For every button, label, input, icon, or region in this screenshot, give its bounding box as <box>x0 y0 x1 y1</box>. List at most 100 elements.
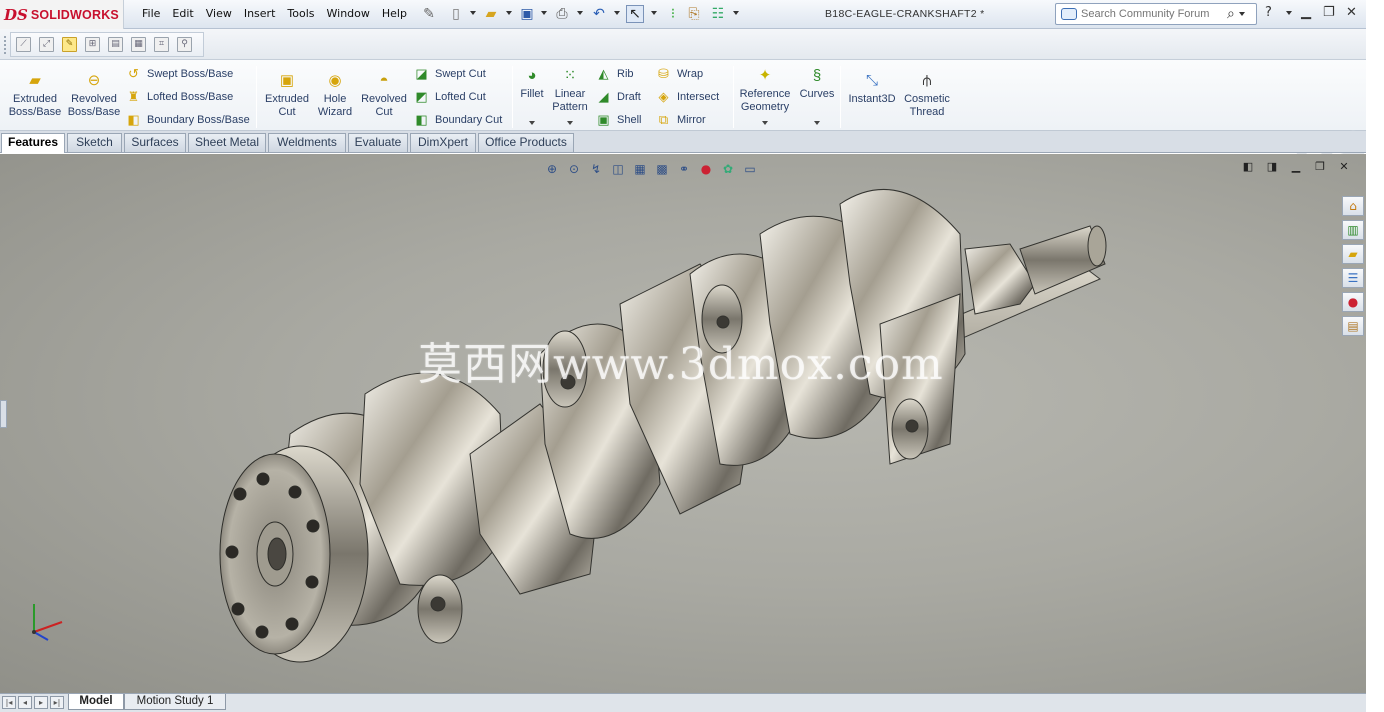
instant3d-button[interactable]: ⤡ Instant3D <box>845 71 899 106</box>
search-input[interactable] <box>1081 8 1221 20</box>
rib-label: Rib <box>617 67 634 80</box>
tab-features[interactable]: Features <box>1 133 65 153</box>
hole-wizard-button[interactable]: ◉ Hole Wizard <box>316 71 354 119</box>
lofted-cut-label: Lofted Cut <box>435 90 486 103</box>
reference-geometry-dropdown-arrow[interactable] <box>762 121 768 125</box>
design-library-icon[interactable]: ▥ <box>1342 220 1364 240</box>
revolved-boss-button[interactable]: ⊖ Revolved Boss/Base <box>66 71 122 119</box>
solidworks-logo[interactable]: DS SOLIDWORKS <box>0 0 124 29</box>
search-icon[interactable]: ⌕ <box>1227 6 1235 22</box>
save-dropdown-arrow[interactable] <box>541 11 547 15</box>
tab-sheet-metal[interactable]: Sheet Metal <box>188 133 266 152</box>
help-icon[interactable]: ? <box>1265 5 1272 20</box>
new-dropdown-arrow[interactable] <box>470 11 476 15</box>
tab-weldments[interactable]: Weldments <box>268 133 346 152</box>
boundary-cut-label: Boundary Cut <box>435 113 503 126</box>
draft-button[interactable]: ◢ Draft <box>595 88 641 105</box>
tab-dimxpert[interactable]: DimXpert <box>410 133 476 152</box>
print-icon[interactable]: ⎙ <box>553 5 571 23</box>
reference-geometry-button[interactable]: ✦ Reference Geometry <box>737 66 793 114</box>
undo-icon[interactable]: ↶ <box>590 5 608 23</box>
crankshaft-model[interactable] <box>0 154 1366 693</box>
tab-surfaces[interactable]: Surfaces <box>124 133 186 152</box>
help-dropdown-arrow[interactable] <box>1286 11 1292 15</box>
appearances-icon[interactable]: ● <box>1342 292 1364 312</box>
lofted-boss-button[interactable]: ♜ Lofted Boss/Base <box>125 88 234 105</box>
traffic-light-icon[interactable]: ⁝ <box>664 5 682 23</box>
first-tab-arrow-icon[interactable]: |◂ <box>2 696 16 709</box>
close-icon[interactable]: ✕ <box>1346 5 1357 20</box>
graphics-viewport[interactable]: ⊕ ⊙ ↯ ◫ ▦ ▩ ⚭ ● ✿ ▭ ◧ ◨ ▁ ❐ ✕ 莫西网www.3dm… <box>0 154 1366 693</box>
boundary-boss-button[interactable]: ◧ Boundary Boss/Base <box>125 111 249 128</box>
options-icon[interactable]: ☷ <box>709 5 727 23</box>
curves-dropdown-arrow[interactable] <box>814 121 820 125</box>
rib-button[interactable]: ◭ Rib <box>595 65 634 82</box>
tab-sketch[interactable]: Sketch <box>67 133 122 152</box>
ds-logo-mark: DS <box>4 5 28 24</box>
fillet-dropdown-arrow[interactable] <box>529 121 535 125</box>
prev-tab-arrow-icon[interactable]: ◂ <box>18 696 32 709</box>
menu-tools[interactable]: Tools <box>281 7 320 20</box>
tab-office-products[interactable]: Office Products <box>478 133 574 152</box>
menu-insert[interactable]: Insert <box>238 7 282 20</box>
add-relation-icon[interactable]: ⊞ <box>85 37 100 52</box>
tab-model[interactable]: Model <box>68 694 124 710</box>
options-dropdown-arrow[interactable] <box>733 11 739 15</box>
display-relations-icon[interactable]: ▤ <box>108 37 123 52</box>
tab-motion-study[interactable]: Motion Study 1 <box>124 694 226 710</box>
undo-dropdown-arrow[interactable] <box>614 11 620 15</box>
repair-sketch-icon[interactable]: ▦ <box>131 37 146 52</box>
print-dropdown-arrow[interactable] <box>577 11 583 15</box>
lofted-cut-button[interactable]: ◩ Lofted Cut <box>413 88 486 105</box>
instant3d-icon: ⤡ <box>865 72 878 89</box>
menu-help[interactable]: Help <box>376 7 413 20</box>
restore-icon[interactable]: ❐ <box>1323 5 1335 20</box>
quick-snaps-icon[interactable]: ⌗ <box>154 37 169 52</box>
smart-dimension-icon[interactable]: ⤢ <box>39 37 54 52</box>
last-tab-arrow-icon[interactable]: ▸| <box>50 696 64 709</box>
cosmetic-thread-button[interactable]: ⫛ Cosmetic Thread <box>902 71 952 119</box>
sketch-tool-icon[interactable]: ⟋ <box>16 37 31 52</box>
wrap-button[interactable]: ⛁ Wrap <box>655 65 703 82</box>
intersect-button[interactable]: ◈ Intersect <box>655 88 720 105</box>
instant-sketch-icon[interactable]: ✎ <box>62 37 77 52</box>
minimize-icon[interactable]: ▁ <box>1301 5 1311 20</box>
curves-icon: § <box>812 67 822 84</box>
custom-properties-icon[interactable]: ▤ <box>1342 316 1364 336</box>
mirror-button[interactable]: ⧉ Mirror <box>655 111 706 128</box>
linear-pattern-button[interactable]: ⁙ Linear Pattern <box>549 66 591 114</box>
shell-button[interactable]: ▣ Shell <box>595 111 641 128</box>
open-folder-icon[interactable]: ▰ <box>482 5 500 23</box>
pattern-dropdown-arrow[interactable] <box>567 121 573 125</box>
home-icon[interactable]: ⌂ <box>1342 196 1364 216</box>
lofted-boss-icon: ♜ <box>127 89 140 104</box>
search-dropdown-arrow[interactable] <box>1238 12 1245 16</box>
select-arrow-icon[interactable]: ↖ <box>626 5 644 23</box>
view-palette-icon[interactable]: ☰ <box>1342 268 1364 288</box>
swept-cut-button[interactable]: ◪ Swept Cut <box>413 65 485 82</box>
menu-window[interactable]: Window <box>321 7 376 20</box>
open-dropdown-arrow[interactable] <box>506 11 512 15</box>
tab-evaluate[interactable]: Evaluate <box>348 133 408 152</box>
menu-view[interactable]: View <box>200 7 238 20</box>
menu-edit[interactable]: Edit <box>166 7 199 20</box>
file-properties-icon[interactable]: ⎘ <box>685 5 703 23</box>
revolved-boss-icon: ⊖ <box>87 72 101 89</box>
menu-file[interactable]: File <box>136 7 166 20</box>
revolved-cut-button[interactable]: ◓ Revolved Cut <box>358 71 410 119</box>
save-icon[interactable]: ▣ <box>518 5 536 23</box>
search-box[interactable]: ⌕ <box>1055 3 1257 25</box>
curves-button[interactable]: § Curves <box>798 66 836 101</box>
next-tab-arrow-icon[interactable]: ▸ <box>34 696 48 709</box>
pin-icon[interactable]: ✎ <box>420 5 438 23</box>
extruded-cut-button[interactable]: ▣ Extruded Cut <box>261 71 313 119</box>
select-dropdown-arrow[interactable] <box>651 11 657 15</box>
new-document-icon[interactable]: ▯ <box>447 5 465 23</box>
boundary-cut-button[interactable]: ◧ Boundary Cut <box>413 111 502 128</box>
fillet-button[interactable]: ◕ Fillet <box>516 66 548 101</box>
toolbar-grip[interactable] <box>4 36 7 54</box>
swept-boss-button[interactable]: ↺ Swept Boss/Base <box>125 65 233 82</box>
file-explorer-icon[interactable]: ▰ <box>1342 244 1364 264</box>
extruded-boss-button[interactable]: ▰ Extruded Boss/Base <box>7 71 63 119</box>
rapid-sketch-icon[interactable]: ⚲ <box>177 37 192 52</box>
